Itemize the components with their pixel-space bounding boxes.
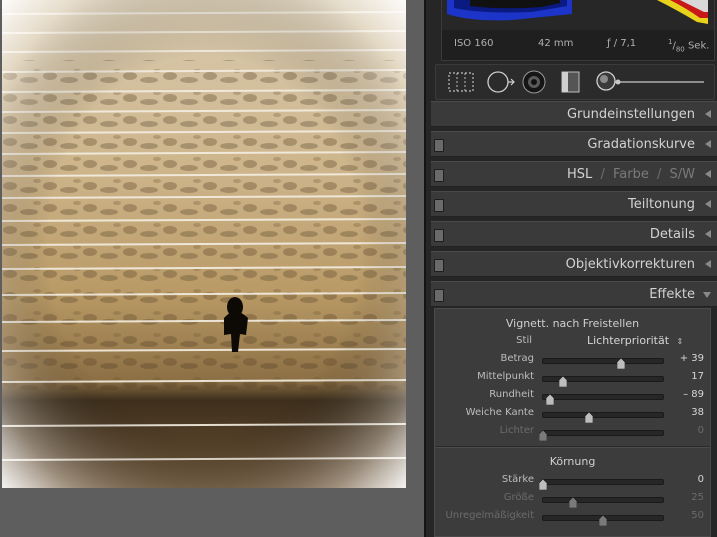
- panel-toggle-switch[interactable]: [434, 259, 444, 272]
- red-eye-icon[interactable]: [522, 70, 546, 94]
- slider-value[interactable]: 38: [667, 407, 704, 418]
- slider-value[interactable]: 50: [667, 510, 704, 521]
- section-grundeinstellungen[interactable]: Grundeinstellungen: [431, 101, 717, 127]
- slider-track[interactable]: [542, 393, 664, 406]
- panel-divider: [435, 446, 710, 448]
- slider-label: Stärke: [501, 474, 534, 485]
- panel-toggle-switch[interactable]: [434, 169, 444, 182]
- slider-track[interactable]: [542, 411, 664, 424]
- section-title: Grundeinstellungen: [566, 107, 695, 122]
- tool-strip: [435, 64, 715, 100]
- exif-shutter: 1/80 Sek.: [668, 38, 710, 54]
- section-hsl-farbe-sw[interactable]: HSL / Farbe / S/W: [431, 161, 717, 187]
- slider-label: Weiche Kante: [465, 407, 534, 418]
- expand-triangle-icon[interactable]: [703, 292, 711, 298]
- slider-value[interactable]: + 39: [667, 353, 704, 364]
- collapse-triangle-icon[interactable]: [705, 140, 711, 148]
- histogram[interactable]: ISO 160 42 mm ƒ / 7,1 1/80 Sek.: [441, 0, 715, 61]
- develop-right-panel: ISO 160 42 mm ƒ / 7,1 1/80 Sek. Grundein…: [424, 0, 717, 537]
- photo-image[interactable]: [2, 0, 406, 488]
- section-gradationskurve[interactable]: Gradationskurve: [431, 131, 717, 157]
- vignette-style-row: Stil Lichterpriorität ⇕: [435, 334, 712, 350]
- dropdown-arrows-icon: ⇕: [676, 337, 684, 346]
- section-objektivkorrekturen[interactable]: Objektivkorrekturen: [431, 251, 717, 277]
- tab-separator: /: [600, 167, 605, 182]
- collapse-triangle-icon[interactable]: [705, 200, 711, 208]
- grain-slider-stärke[interactable]: Stärke 0: [435, 473, 712, 491]
- section-title: Effekte: [649, 287, 695, 302]
- collapse-triangle-icon[interactable]: [705, 110, 711, 118]
- slider-label: Unregelmäßigkeit: [445, 510, 534, 521]
- adjustment-brush-icon[interactable]: [596, 71, 704, 91]
- section-title: Gradationskurve: [587, 137, 695, 152]
- section-details[interactable]: Details: [431, 221, 717, 247]
- slider-label: Betrag: [500, 353, 534, 364]
- tab-farbe[interactable]: Farbe: [613, 167, 649, 182]
- style-label: Stil: [516, 335, 532, 346]
- vignette-heading: Vignett. nach Freistellen: [505, 317, 640, 330]
- slider-thumb-icon[interactable]: [545, 390, 555, 406]
- slider-label: Größe: [503, 492, 534, 503]
- panel-toggle-switch[interactable]: [434, 289, 444, 302]
- slider-thumb-icon[interactable]: [538, 475, 548, 491]
- tab-sw[interactable]: S/W: [670, 167, 696, 182]
- vignette-slider-weiche-kante[interactable]: Weiche Kante 38: [435, 406, 712, 424]
- collapse-triangle-icon[interactable]: [705, 230, 711, 238]
- style-dropdown[interactable]: Lichterpriorität ⇕: [587, 334, 683, 347]
- section-teiltonung[interactable]: Teiltonung: [431, 191, 717, 217]
- exif-focal-length: 42 mm: [538, 38, 574, 49]
- slider-track[interactable]: [538, 429, 664, 442]
- crop-overlay-icon[interactable]: [448, 72, 474, 92]
- collapse-triangle-icon[interactable]: [705, 170, 711, 178]
- spot-removal-icon[interactable]: [487, 71, 515, 93]
- exif-aperture: ƒ / 7,1: [607, 38, 637, 49]
- slider-label: Rundheit: [489, 389, 534, 400]
- slider-thumb-icon[interactable]: [568, 493, 578, 509]
- panel-toggle-switch[interactable]: [434, 199, 444, 212]
- slider-track[interactable]: [542, 375, 664, 388]
- photo-canvas[interactable]: [0, 0, 424, 537]
- vignette-slider-rundheit[interactable]: Rundheit – 89: [435, 388, 712, 406]
- style-value: Lichterpriorität: [587, 334, 670, 347]
- slider-track[interactable]: [542, 514, 664, 527]
- collapse-triangle-icon[interactable]: [705, 260, 711, 268]
- slider-value[interactable]: 0: [667, 425, 704, 436]
- slider-thumb-icon[interactable]: [584, 408, 593, 424]
- slider-thumb-icon[interactable]: [616, 354, 626, 370]
- vignette-slider-mittelpunkt[interactable]: Mittelpunkt 17: [435, 370, 712, 388]
- vignette-slider-lichter[interactable]: Lichter 0: [435, 424, 712, 442]
- effects-panel: Vignett. nach Freistellen Stil Lichterpr…: [434, 308, 711, 537]
- grain-slider-größe[interactable]: Größe 25: [435, 491, 712, 509]
- slider-value[interactable]: 17: [667, 371, 704, 382]
- tab-separator: /: [656, 167, 662, 182]
- slider-thumb-icon[interactable]: [598, 511, 608, 527]
- vignette-slider-betrag[interactable]: Betrag + 39: [435, 352, 712, 370]
- slider-track[interactable]: [538, 478, 664, 491]
- slider-track[interactable]: [542, 357, 664, 370]
- slider-label: Mittelpunkt: [477, 371, 534, 382]
- slider-thumb-icon[interactable]: [559, 372, 568, 388]
- section-title: Teiltonung: [628, 197, 695, 212]
- slider-label: Lichter: [499, 425, 534, 436]
- grain-heading: Körnung: [549, 455, 596, 468]
- section-title: Details: [649, 227, 695, 242]
- slider-value[interactable]: – 89: [667, 389, 704, 400]
- section-title: Objektivkorrekturen: [565, 257, 695, 272]
- slider-value[interactable]: 25: [667, 492, 704, 503]
- slider-track[interactable]: [542, 496, 664, 509]
- panel-toggle-switch[interactable]: [434, 229, 444, 242]
- section-effekte[interactable]: Effekte: [431, 281, 717, 307]
- panel-toggle-switch[interactable]: [434, 139, 444, 152]
- grain-slider-unregelmäßigkeit[interactable]: Unregelmäßigkeit 50: [435, 509, 712, 527]
- hsl-tab-group: HSL / Farbe / S/W: [567, 167, 695, 182]
- slider-thumb-icon[interactable]: [538, 426, 548, 442]
- slider-value[interactable]: 0: [667, 474, 704, 485]
- shutter-unit: Sek.: [687, 40, 710, 52]
- shutter-numerator: 1: [668, 38, 673, 46]
- shutter-denominator: 80: [675, 45, 685, 54]
- graduated-filter-icon[interactable]: [561, 71, 580, 93]
- exif-iso: ISO 160: [454, 38, 494, 49]
- tab-hsl[interactable]: HSL: [567, 167, 592, 182]
